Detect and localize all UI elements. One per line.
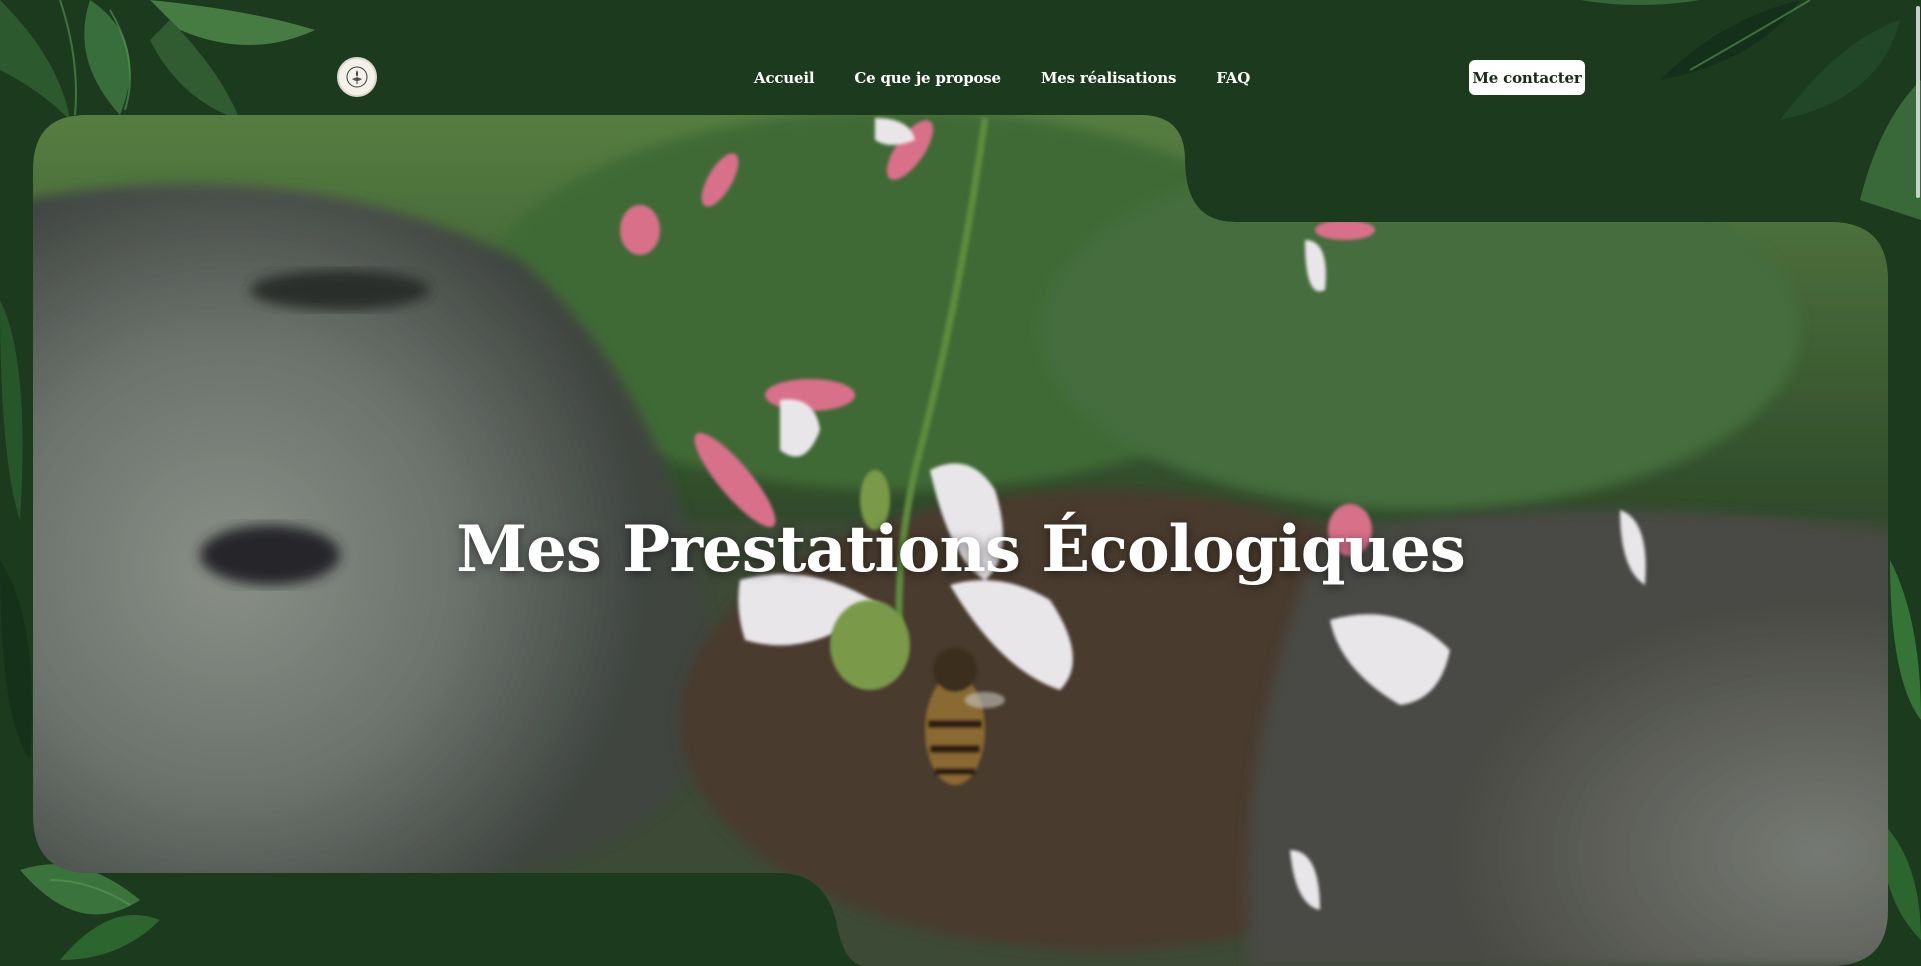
hero-title: Mes Prestations Écologiques	[456, 512, 1465, 587]
nav-link-mes-realisations[interactable]: Mes réalisations	[1041, 69, 1177, 87]
scrollbar[interactable]	[1915, 0, 1921, 966]
emblem-icon	[346, 66, 368, 88]
site-header: Accueil Ce que je propose Mes réalisatio…	[0, 0, 1921, 115]
nav-link-faq[interactable]: FAQ	[1216, 69, 1250, 87]
hero-image	[33, 115, 1888, 966]
scrollbar-thumb[interactable]	[1916, 6, 1920, 198]
hero-section: Mes Prestations Écologiques	[0, 0, 1921, 966]
logo[interactable]	[337, 57, 377, 97]
main-nav: Accueil Ce que je propose Mes réalisatio…	[754, 66, 1250, 90]
nav-link-ce-que-je-propose[interactable]: Ce que je propose	[854, 69, 1001, 87]
nav-link-accueil[interactable]: Accueil	[754, 69, 815, 87]
contact-button[interactable]: Me contacter	[1469, 60, 1585, 95]
